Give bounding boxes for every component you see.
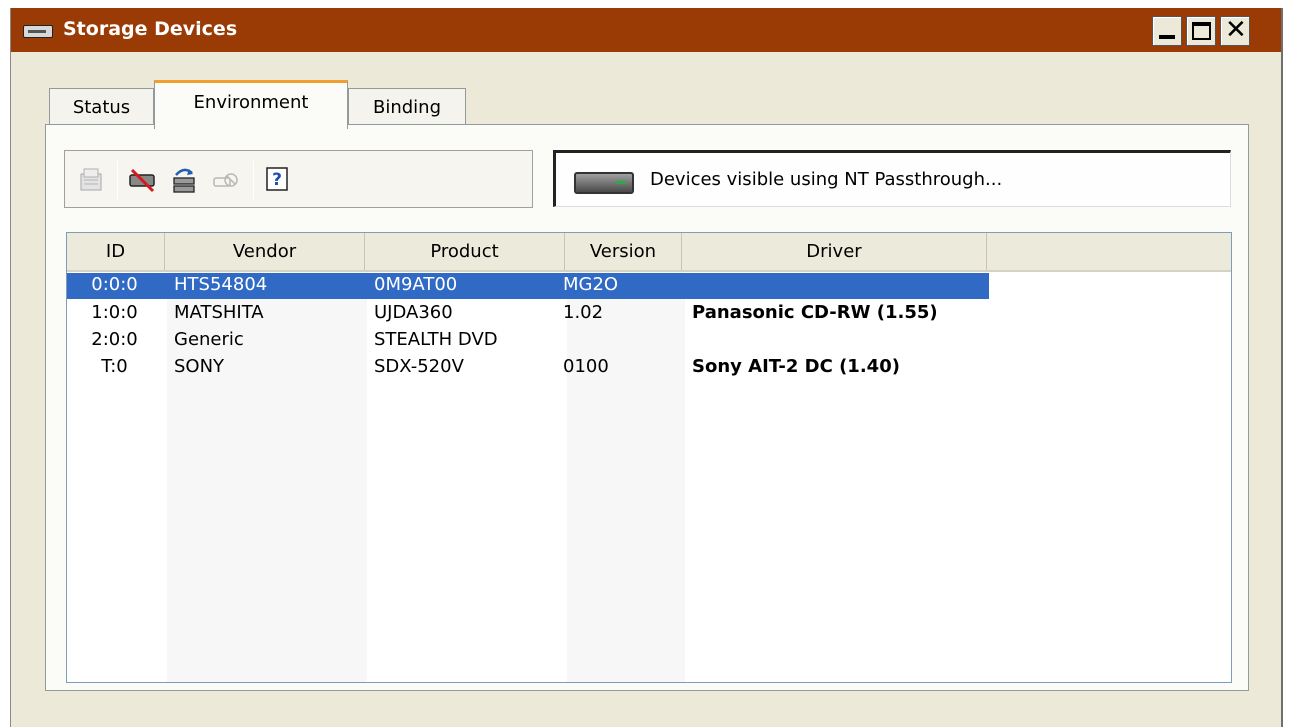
device-version: 1.02 [563, 302, 604, 323]
minimize-icon [1159, 35, 1175, 39]
refresh-devices-button[interactable] [169, 165, 199, 195]
remove-device-button[interactable] [127, 165, 157, 195]
window-title: Storage Devices [63, 18, 238, 40]
device-toolbar: ? [64, 150, 533, 208]
device-id: 1:0:0 [91, 302, 138, 323]
properties-button[interactable] [77, 165, 107, 195]
device-id: T:0 [101, 356, 128, 377]
svg-text:?: ? [272, 170, 282, 190]
drive-icon [574, 172, 634, 194]
refresh-devices-icon [173, 168, 195, 193]
environment-panel: ? Devices visible using NT Passthrough..… [45, 124, 1249, 691]
properties-icon [80, 168, 102, 191]
device-row[interactable]: 2:0:0 Generic STEALTH DVD [67, 328, 989, 354]
close-icon: ✕ [1225, 15, 1247, 45]
title-bar[interactable]: Storage Devices ✕ [11, 8, 1281, 52]
device-product: STEALTH DVD [374, 329, 498, 350]
tab-binding[interactable]: Binding [348, 88, 466, 126]
maximize-icon [1192, 22, 1211, 40]
column-header-vendor[interactable]: Vendor [165, 233, 365, 270]
device-vendor: SONY [174, 356, 225, 377]
device-row[interactable]: T:0 SONY SDX-520V 0100 Sony AIT-2 DC (1.… [67, 355, 989, 381]
drive-icon [23, 25, 53, 38]
device-version: MG2O [563, 274, 619, 295]
tab-status[interactable]: Status [49, 88, 154, 126]
device-product: UJDA360 [374, 302, 453, 323]
offline-button[interactable] [211, 165, 241, 195]
maximize-button[interactable] [1186, 16, 1216, 46]
remove-device-icon [129, 168, 155, 193]
help-button[interactable]: ? [263, 165, 293, 195]
help-icon: ? [266, 167, 288, 191]
device-id: 0:0:0 [91, 274, 138, 295]
device-row[interactable]: 0:0:0 HTS54804 0M9AT00 MG2O [67, 273, 989, 299]
column-header-driver[interactable]: Driver [682, 233, 987, 270]
device-driver: Panasonic CD-RW (1.55) [692, 302, 938, 323]
minimize-button[interactable] [1152, 16, 1182, 46]
device-product: 0M9AT00 [374, 274, 458, 295]
offline-icon [213, 173, 238, 187]
device-vendor: MATSHITA [174, 302, 264, 323]
status-text: Devices visible using NT Passthrough... [650, 169, 1003, 190]
tab-environment[interactable]: Environment [154, 80, 348, 129]
close-button[interactable]: ✕ [1220, 15, 1250, 46]
list-header: ID Vendor Product Version Driver [67, 233, 1231, 272]
toolbar-separator [117, 161, 118, 199]
device-version: 0100 [563, 356, 609, 377]
device-id: 2:0:0 [91, 329, 138, 350]
column-header-version[interactable]: Version [565, 233, 682, 270]
column-header-id[interactable]: ID [67, 233, 165, 270]
status-display: Devices visible using NT Passthrough... [553, 150, 1231, 207]
device-product: SDX-520V [374, 356, 464, 377]
device-vendor: HTS54804 [174, 274, 268, 295]
toolbar-separator [253, 161, 254, 199]
device-vendor: Generic [174, 329, 244, 350]
device-row[interactable]: 1:0:0 MATSHITA UJDA360 1.02 Panasonic CD… [67, 301, 989, 327]
device-list[interactable]: ID Vendor Product Version Driver 0:0:0 H… [66, 232, 1232, 683]
storage-devices-window: Storage Devices ✕ Status Environment Bin… [10, 8, 1283, 727]
column-header-product[interactable]: Product [365, 233, 565, 270]
device-driver: Sony AIT-2 DC (1.40) [692, 356, 900, 377]
